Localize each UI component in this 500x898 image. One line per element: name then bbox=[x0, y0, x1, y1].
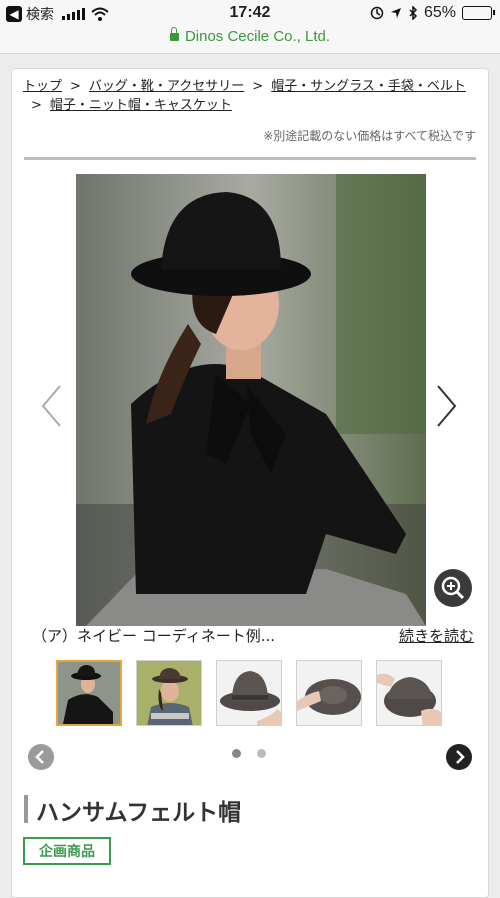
product-title: ハンサムフェルト帽 bbox=[36, 800, 242, 826]
url-domain[interactable]: Dinos Cecile Co., Ltd. bbox=[185, 28, 330, 45]
gallery-pagination bbox=[232, 749, 266, 758]
thumbnail-5[interactable] bbox=[376, 660, 442, 726]
tax-note: ※別途記載のない価格はすべて税込です bbox=[263, 129, 476, 143]
status-right: 65% bbox=[370, 4, 495, 22]
thumbnail-1[interactable] bbox=[56, 660, 122, 726]
breadcrumb-separator: > bbox=[252, 79, 264, 94]
breadcrumb-hats-sunglasses-gloves-belts[interactable]: 帽子・サングラス・手袋・ベルト bbox=[271, 79, 466, 94]
planning-product-badge: 企画商品 bbox=[23, 837, 111, 865]
breadcrumb-hats-knit-caps[interactable]: 帽子・ニット帽・キャスケット bbox=[50, 98, 232, 113]
chevron-right-icon bbox=[456, 750, 465, 764]
main-product-image[interactable] bbox=[76, 174, 426, 626]
location-icon bbox=[370, 6, 384, 20]
breadcrumb: トップ > バッグ・靴・アクセサリー > 帽子・サングラス・手袋・ベルト > 帽子・ニット帽… bbox=[23, 77, 481, 115]
breadcrumb-top[interactable]: トップ bbox=[23, 79, 62, 94]
image-caption: （ア）ネイビー コーディネート例... bbox=[32, 627, 276, 645]
thumbnail-4[interactable] bbox=[296, 660, 362, 726]
gallery-prev-button[interactable] bbox=[28, 744, 54, 770]
breadcrumb-bags-shoes-accessories[interactable]: バッグ・靴・アクセサリー bbox=[89, 79, 244, 94]
page-dot[interactable] bbox=[232, 749, 241, 758]
zoom-in-icon bbox=[441, 576, 465, 600]
status-bar: ◀ 検索 17:42 65% bbox=[0, 0, 500, 28]
gallery-next-button[interactable] bbox=[446, 744, 472, 770]
read-more-link[interactable]: 続きを読む bbox=[399, 625, 474, 646]
thumbnail-strip bbox=[56, 660, 442, 726]
thumbnail-2[interactable] bbox=[136, 660, 202, 726]
breadcrumb-separator: > bbox=[31, 98, 42, 113]
breadcrumb-separator: > bbox=[70, 79, 81, 94]
chevron-left-icon[interactable] bbox=[40, 384, 62, 428]
thumbnail-3[interactable] bbox=[216, 660, 282, 726]
title-accent-bar bbox=[24, 795, 28, 823]
divider bbox=[24, 157, 476, 160]
url-bar[interactable]: Dinos Cecile Co., Ltd. bbox=[0, 27, 500, 54]
chevron-right-icon[interactable] bbox=[436, 384, 458, 428]
bluetooth-icon bbox=[409, 6, 418, 20]
lock-icon bbox=[169, 27, 179, 41]
zoom-button[interactable] bbox=[434, 569, 472, 607]
battery-icon bbox=[462, 6, 495, 20]
chevron-left-icon bbox=[35, 750, 44, 764]
page-dot[interactable] bbox=[257, 749, 266, 758]
product-card: トップ > バッグ・靴・アクセサリー > 帽子・サングラス・手袋・ベルト > 帽子・ニット帽… bbox=[11, 68, 489, 898]
navigation-arrow-icon bbox=[390, 8, 401, 18]
model-photo bbox=[76, 174, 426, 626]
battery-percent: 65% bbox=[423, 4, 456, 21]
